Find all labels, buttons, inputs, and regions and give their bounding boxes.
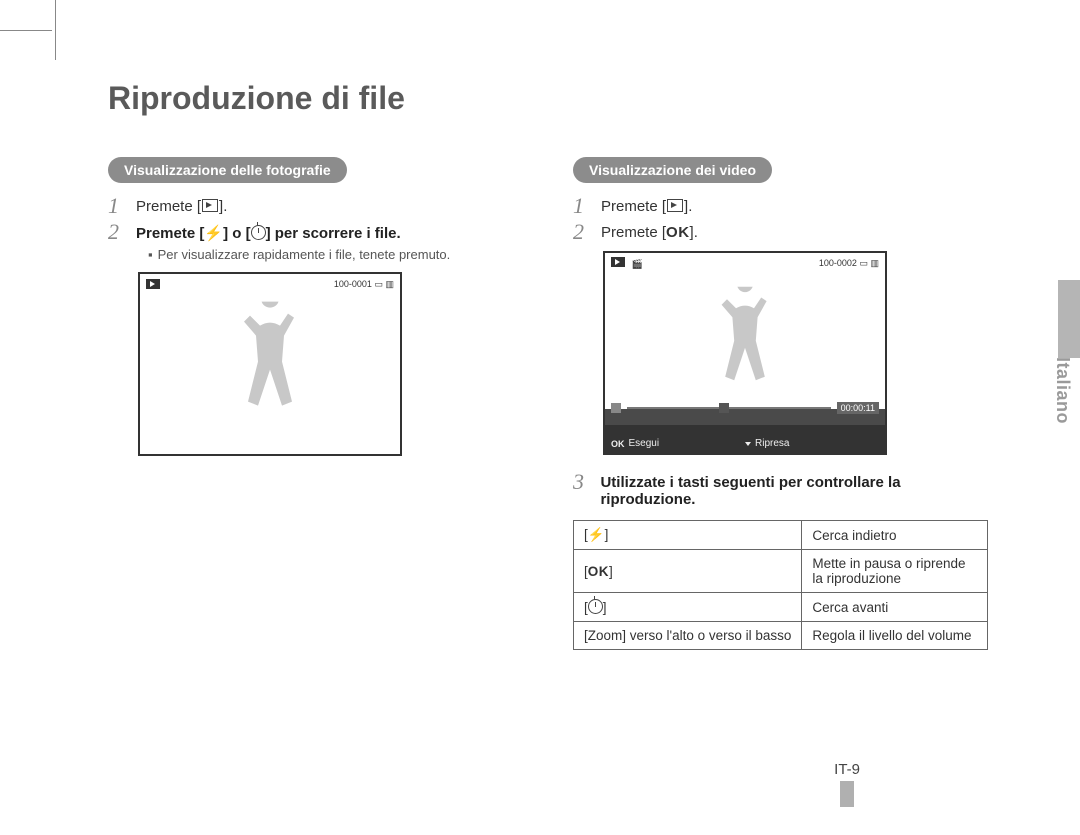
control-desc: Mette in pausa o riprende la riproduzion… (802, 550, 988, 593)
person-silhouette-icon (230, 302, 310, 432)
right-step-1: 1 Premete []. (573, 195, 988, 217)
right-step-2: 2 Premete [OK]. (573, 221, 988, 243)
video-time: 00:00:11 (837, 402, 879, 414)
step-text: Premete []. (601, 195, 692, 217)
video-top-bar: 🎬 100-0002 ▭ ▥ (611, 257, 879, 270)
table-row: [] Cerca avanti (574, 593, 988, 622)
step-text: Premete []. (136, 195, 227, 217)
ok-label: OK (611, 439, 625, 449)
battery-icon: ▥ (385, 279, 394, 289)
step-prefix: Premete [ (601, 224, 666, 241)
step-prefix: Premete [ (136, 198, 201, 215)
video-preview: 🎬 100-0002 ▭ ▥ 00:00:11 (603, 251, 887, 455)
footer-right-label: Ripresa (755, 438, 789, 449)
right-column: Visualizzazione dei video 1 Premete []. … (573, 157, 988, 650)
timer-icon (251, 225, 266, 240)
play-box-icon (146, 279, 160, 289)
video-bar-left: 🎬 (611, 257, 643, 270)
footer-left-label: Esegui (629, 438, 660, 449)
page-content: Riproduzione di file Visualizzazione del… (108, 80, 988, 650)
section-pill-photos: Visualizzazione delle fotografie (108, 157, 347, 183)
stop-icon (611, 403, 621, 413)
control-desc: Cerca indietro (802, 521, 988, 550)
left-step-2: 2 Premete [⚡] o [ ] per scorrere i file. (108, 221, 523, 243)
or-word: ] o [ (223, 225, 251, 242)
footer-left: OK Esegui (611, 438, 745, 449)
control-key: [Zoom] verso l'alto o verso il basso (574, 622, 802, 650)
step-prefix: Premete [ (601, 198, 666, 215)
language-label: Italiano (1052, 357, 1073, 424)
control-desc: Cerca avanti (802, 593, 988, 622)
progress-track (627, 407, 831, 409)
sub-note: ▪ Per visualizzare rapidamente i file, te… (148, 247, 523, 262)
section-pill-video: Visualizzazione dei video (573, 157, 772, 183)
language-tab: Italiano (1050, 280, 1080, 440)
page-number: IT-9 (834, 761, 860, 778)
video-footer: OK Esegui Ripresa (611, 438, 879, 449)
crop-marks (0, 0, 80, 60)
photo-counter: 100-0001 (334, 279, 372, 289)
page-number-block: IT-9 (834, 761, 860, 807)
step-suffix: ] per scorrere i file. (266, 225, 401, 242)
video-counter: 100-0002 (819, 258, 857, 268)
flash-icon: ⚡ (588, 527, 605, 543)
timer-icon (588, 599, 603, 614)
step-suffix: ]. (684, 198, 692, 215)
step-number: 2 (108, 221, 126, 243)
control-desc: Regola il livello del volume (802, 622, 988, 650)
step-suffix: ]. (690, 224, 698, 241)
footer-right: Ripresa (745, 438, 879, 449)
left-column: Visualizzazione delle fotografie 1 Preme… (108, 157, 523, 650)
left-step-1: 1 Premete []. (108, 195, 523, 217)
memory-icon: ▭ (374, 279, 383, 289)
step-suffix: ]. (219, 198, 227, 215)
video-progress-bar: 00:00:11 (611, 401, 879, 415)
page-title: Riproduzione di file (108, 80, 988, 117)
step-text: Premete [⚡] o [ ] per scorrere i file. (136, 221, 401, 243)
step-prefix: Premete [ (136, 225, 204, 242)
table-row: [OK] Mette in pausa o riprende la riprod… (574, 550, 988, 593)
photo-preview: 100-0001 ▭ ▥ (138, 272, 402, 456)
page-marker (840, 781, 854, 807)
play-box-icon (202, 199, 218, 212)
sub-note-text: Per visualizzare rapidamente i file, ten… (158, 247, 451, 262)
step-number: 2 (573, 221, 591, 243)
ok-label: OK (666, 224, 690, 241)
control-key: [⚡] (574, 521, 802, 550)
video-counter-line: 100-0002 ▭ ▥ (819, 258, 879, 269)
photo-top-bar: 100-0001 ▭ ▥ (146, 278, 394, 290)
control-key: [] (574, 593, 802, 622)
photo-counter-line: 100-0001 ▭ ▥ (334, 279, 394, 290)
bullet-icon: ▪ (148, 247, 153, 262)
down-triangle-icon (745, 442, 751, 446)
play-box-icon (667, 199, 683, 212)
person-silhouette-icon (709, 287, 781, 404)
step-number: 1 (573, 195, 591, 217)
step-text: Utilizzate i tasti seguenti per controll… (600, 471, 988, 508)
step-number: 3 (573, 471, 590, 508)
controls-table: [⚡] Cerca indietro [OK] Mette in pausa o… (573, 520, 988, 650)
control-key: [OK] (574, 550, 802, 593)
table-row: [⚡] Cerca indietro (574, 521, 988, 550)
step-text: Premete [OK]. (601, 221, 698, 243)
tab-marker (1058, 280, 1080, 358)
table-row: [Zoom] verso l'alto o verso il basso Reg… (574, 622, 988, 650)
movie-icon: 🎬 (632, 259, 643, 269)
flash-icon: ⚡ (204, 224, 223, 242)
ok-label: OK (588, 564, 609, 579)
memory-icon: ▭ (859, 258, 868, 268)
right-step-3: 3 Utilizzate i tasti seguenti per contro… (573, 471, 988, 508)
step-number: 1 (108, 195, 126, 217)
battery-icon: ▥ (870, 258, 879, 268)
play-box-icon (611, 257, 625, 267)
